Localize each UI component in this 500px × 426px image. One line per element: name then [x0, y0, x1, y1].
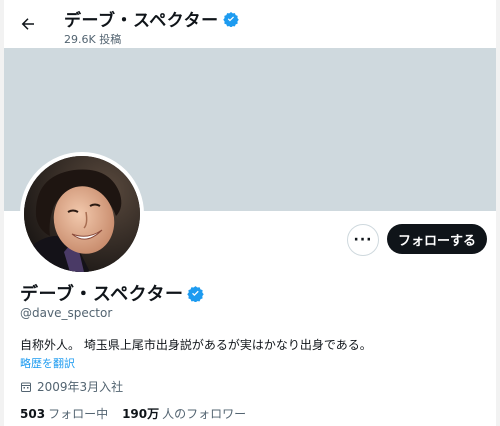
profile-bio: 自称外人。 埼玉県上尾市出身説があるが実はかなり出身である。 — [20, 338, 372, 352]
following-label: フォロー中 — [48, 407, 109, 421]
header-name: デーブ・スペクター — [64, 11, 219, 31]
translate-bio-link[interactable]: 略歴を翻訳 — [20, 355, 75, 371]
avatar-photo — [24, 156, 140, 272]
back-button[interactable] — [14, 10, 42, 38]
profile-header: デーブ・スペクター 29.6K 投稿 — [4, 0, 496, 48]
followers-label: 人のフォロワー — [162, 407, 247, 421]
header-name-row: デーブ・スペクター — [64, 6, 239, 31]
post-count: 29.6K 投稿 — [64, 33, 122, 46]
calendar-icon — [21, 382, 31, 392]
display-name-row: デーブ・スペクター — [20, 280, 205, 306]
followers-count: 190万 — [122, 407, 160, 421]
verified-badge-icon — [222, 11, 239, 27]
avatar[interactable] — [20, 152, 144, 276]
follow-button[interactable]: フォローする — [387, 224, 487, 254]
display-name: デーブ・スペクター — [20, 284, 184, 305]
followers-link[interactable]: 190万 人のフォロワー — [122, 405, 246, 422]
more-options-button[interactable]: ··· — [347, 224, 379, 256]
profile-page: デーブ・スペクター 29.6K 投稿 ··· フォローする デーブ・スペクター … — [4, 0, 496, 426]
following-count: 503 — [20, 407, 46, 421]
join-date: 2009年3月入社 — [37, 380, 124, 394]
user-handle: @dave_spector — [20, 306, 113, 320]
verified-badge-icon[interactable] — [187, 285, 205, 302]
arrow-left-icon — [21, 18, 34, 30]
follow-stats: 503 フォロー中 190万 人のフォロワー — [20, 405, 246, 422]
join-date-row: 2009年3月入社 — [20, 378, 123, 395]
following-link[interactable]: 503 フォロー中 — [20, 405, 108, 422]
